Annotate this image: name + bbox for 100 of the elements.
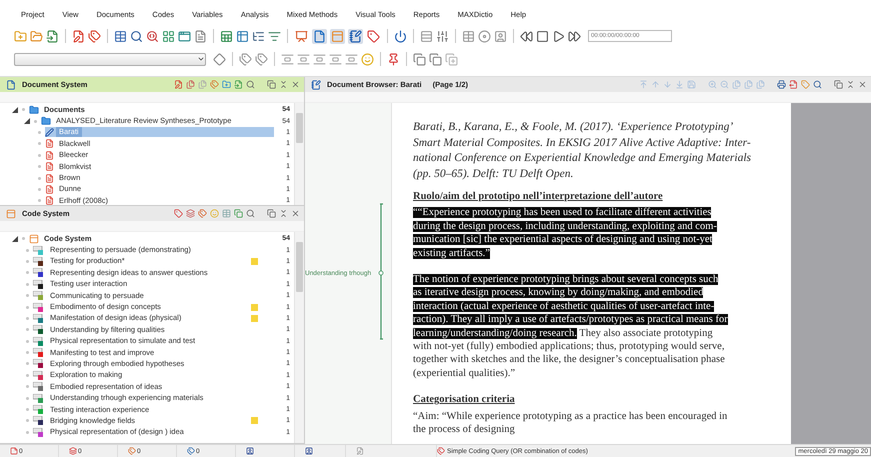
- search-icon[interactable]: [813, 80, 822, 89]
- tags-icon[interactable]: [198, 209, 207, 218]
- expand-arrow-icon[interactable]: [24, 118, 30, 124]
- tags-icon[interactable]: [239, 52, 252, 66]
- window-icon[interactable]: [178, 30, 191, 42]
- restore-icon[interactable]: [267, 80, 276, 89]
- close-icon[interactable]: [291, 209, 300, 218]
- section-heading: Categorisation criteria: [413, 393, 516, 407]
- scrollbar[interactable]: [294, 232, 304, 443]
- file-input-icon[interactable]: [46, 30, 59, 42]
- notebook-icon: [311, 80, 321, 90]
- expand-arrow-icon[interactable]: [12, 106, 18, 113]
- search-code-icon[interactable]: [146, 30, 159, 42]
- layers-icon: [69, 447, 77, 455]
- tags-icon[interactable]: [210, 80, 219, 89]
- minimize-icon[interactable]: [279, 209, 288, 218]
- code-icon: [33, 268, 45, 278]
- folder-open-icon[interactable]: [30, 30, 43, 42]
- tags-icon[interactable]: [88, 30, 101, 42]
- disc-icon[interactable]: [478, 30, 491, 42]
- diamond-icon[interactable]: [213, 52, 226, 66]
- dropdown-field[interactable]: [14, 52, 206, 66]
- user-icon[interactable]: [494, 30, 507, 42]
- query-icon: [437, 447, 445, 455]
- code-icon: [33, 428, 45, 437]
- file-icon[interactable]: [194, 30, 207, 42]
- align-icon[interactable]: [313, 52, 326, 66]
- text-line: the process of designing: [413, 423, 516, 436]
- folder-icon: [41, 116, 51, 126]
- table-icon[interactable]: [462, 30, 475, 42]
- text-line: together with sketches and the like, the designer’s conceptualisation phase: [413, 353, 726, 367]
- restore-icon[interactable]: [834, 80, 843, 89]
- code-icon: [33, 256, 45, 266]
- align-icon[interactable]: [329, 52, 342, 66]
- copy-icon[interactable]: [234, 209, 243, 218]
- file-icon: [45, 139, 54, 148]
- fast-forward-icon[interactable]: [568, 30, 581, 42]
- file-input-icon[interactable]: [234, 80, 243, 89]
- user-icon: [246, 447, 254, 455]
- list-filter-icon[interactable]: [268, 30, 281, 42]
- table-icon[interactable]: [114, 30, 127, 42]
- printer-icon[interactable]: [777, 80, 786, 89]
- align-icon[interactable]: [345, 52, 358, 66]
- tag-icon[interactable]: [174, 209, 183, 218]
- search-icon[interactable]: [246, 209, 255, 218]
- copy-icon[interactable]: [413, 52, 426, 66]
- sheet-icon[interactable]: [220, 30, 233, 42]
- list-tree-icon[interactable]: [252, 30, 265, 42]
- pin-icon[interactable]: [387, 52, 400, 66]
- power-icon[interactable]: [394, 30, 407, 42]
- files-icon[interactable]: [198, 80, 207, 89]
- copy-plus-icon[interactable]: [445, 52, 458, 66]
- file-icon: [45, 196, 54, 205]
- code-icon: [33, 348, 45, 358]
- code-icon: [33, 314, 45, 323]
- file-output-icon[interactable]: [789, 80, 798, 89]
- align-icon[interactable]: [297, 52, 310, 66]
- search-icon[interactable]: [246, 80, 255, 89]
- text-line: Smart Material Composites. In EKSIG 2017 Alive Active Adaptive: Inter-: [413, 136, 752, 150]
- code-icon: [33, 280, 45, 289]
- rewind-icon[interactable]: [520, 30, 533, 42]
- file-pen-icon: [356, 447, 364, 455]
- tag-icon[interactable]: [801, 80, 810, 89]
- tags-icon[interactable]: [255, 52, 268, 66]
- file-icon: [45, 184, 54, 194]
- file-pen-icon[interactable]: [72, 30, 85, 42]
- play-icon[interactable]: [552, 30, 565, 42]
- text-line: (pp. 50–65). Delft: TU Delft Open.: [413, 166, 574, 182]
- memo-icon: [10, 447, 18, 455]
- folder-plus-icon[interactable]: [14, 30, 27, 42]
- smiley-icon[interactable]: [361, 52, 374, 66]
- align-icon[interactable]: [281, 52, 294, 66]
- close-icon[interactable]: [858, 80, 867, 89]
- expand-arrow-icon[interactable]: [12, 236, 18, 242]
- restore-icon[interactable]: [267, 209, 276, 218]
- copy-icon[interactable]: [429, 52, 442, 66]
- files-icon[interactable]: [186, 80, 195, 89]
- minimize-icon[interactable]: [846, 80, 855, 89]
- text-line: “Aim: “While experience prototyping as a practice has been encouraged in: [413, 410, 728, 424]
- grid-icon[interactable]: [162, 30, 175, 42]
- coding-stripe[interactable]: [377, 203, 385, 340]
- folder-plus-icon[interactable]: [222, 80, 231, 89]
- sliders-icon[interactable]: [436, 30, 449, 42]
- stop-icon[interactable]: [536, 30, 549, 42]
- minimize-icon[interactable]: [279, 80, 288, 89]
- layers-icon[interactable]: [186, 209, 195, 218]
- table-icon[interactable]: [236, 30, 249, 42]
- close-icon[interactable]: [291, 80, 300, 89]
- code-icon: [33, 405, 45, 414]
- panel-icon: [6, 208, 16, 218]
- code-icon: [33, 370, 45, 380]
- code-icon: [33, 359, 45, 368]
- scrollbar[interactable]: [294, 103, 304, 205]
- folder-icon: [29, 104, 39, 115]
- text-line: (experiential qualities).”: [413, 366, 516, 380]
- code-icon: [33, 416, 45, 426]
- rows-icon[interactable]: [420, 30, 433, 42]
- text-line: learning/understanding/doing research. They also associate prototyping: [413, 326, 714, 340]
- search-icon[interactable]: [130, 30, 143, 42]
- file-pen-icon[interactable]: [174, 80, 183, 89]
